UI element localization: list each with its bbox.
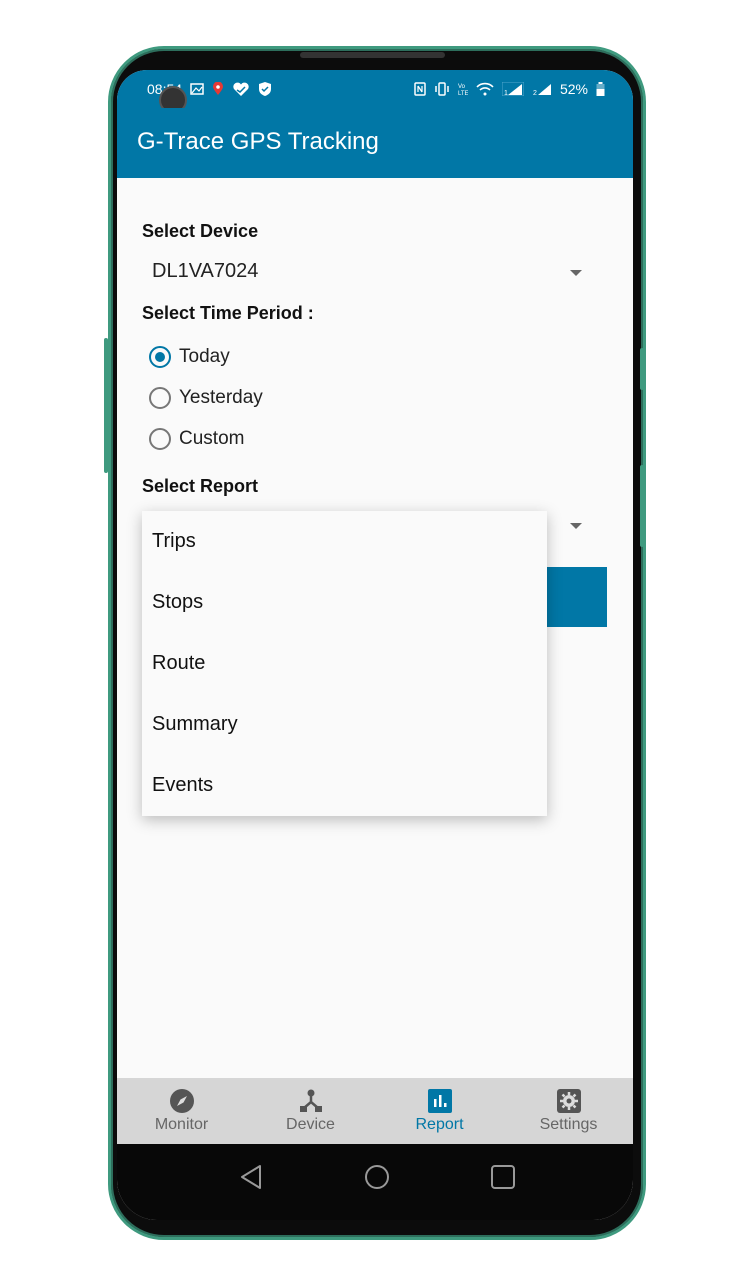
vibrate-icon: [435, 82, 449, 96]
nav-label: Report: [415, 1116, 464, 1133]
dropdown-item-summary[interactable]: Summary: [142, 694, 547, 755]
device-tree-icon: [299, 1089, 322, 1112]
shield-check-icon: [259, 82, 272, 96]
volume-button: [104, 338, 108, 473]
back-icon[interactable]: [239, 1164, 263, 1190]
dropdown-item-trips[interactable]: Trips: [142, 511, 547, 572]
settings-gear-icon: [556, 1089, 581, 1113]
radio-unchecked-icon[interactable]: [149, 387, 171, 409]
nav-settings[interactable]: Settings: [504, 1078, 633, 1144]
screen: 08:54 VoLTE 1 2 52% G-Trace GPS Tracking…: [117, 70, 633, 1220]
svg-text:Vo: Vo: [458, 84, 466, 90]
nav-report[interactable]: Report: [375, 1078, 504, 1144]
radio-today[interactable]: Today: [149, 346, 230, 368]
nav-label: Monitor: [154, 1116, 209, 1133]
bottom-navigation: Monitor Device Report Settings: [117, 1078, 633, 1144]
dropdown-item-route[interactable]: Route: [142, 633, 547, 694]
radio-label: Custom: [179, 428, 245, 449]
health-icon: [233, 82, 249, 96]
svg-text:2: 2: [533, 90, 537, 96]
nfc-icon: [414, 82, 426, 96]
status-bar: 08:54 VoLTE 1 2 52%: [117, 70, 633, 108]
select-report-label: Select Report: [142, 476, 259, 496]
report-form: Select Device DL1VA7024 Select Time Peri…: [117, 178, 633, 1078]
dropdown-item-events[interactable]: Events: [142, 755, 547, 816]
radio-checked-icon[interactable]: [149, 346, 171, 368]
nav-label: Device: [286, 1116, 335, 1133]
dropdown-item-stops[interactable]: Stops: [142, 572, 547, 633]
report-dropdown-caret-icon[interactable]: [570, 523, 582, 529]
nav-label: Settings: [539, 1116, 598, 1133]
device-value: DL1VA7024: [152, 260, 259, 282]
dropdown-caret-icon: [570, 270, 582, 276]
select-time-period-label: Select Time Period :: [142, 303, 314, 323]
radio-label: Yesterday: [179, 387, 263, 408]
radio-yesterday[interactable]: Yesterday: [149, 387, 263, 409]
report-chart-icon: [427, 1089, 452, 1113]
nav-monitor[interactable]: Monitor: [117, 1078, 246, 1144]
battery-percent: 52%: [559, 81, 588, 97]
nav-device[interactable]: Device: [246, 1078, 375, 1144]
report-dropdown-menu: Trips Stops Route Summary Events: [142, 511, 547, 816]
device-spinner[interactable]: DL1VA7024: [142, 256, 592, 290]
location-pin-icon: [213, 82, 224, 95]
radio-label: Today: [179, 346, 230, 367]
submit-button[interactable]: [547, 567, 607, 627]
battery-icon: [596, 82, 605, 96]
side-button: [640, 348, 644, 390]
app-bar: G-Trace GPS Tracking: [117, 108, 633, 178]
system-navigation-bar: [117, 1144, 633, 1220]
earpiece-speaker: [300, 52, 445, 58]
app-title: G-Trace GPS Tracking: [137, 128, 379, 155]
volte-icon: VoLTE: [458, 84, 468, 96]
svg-text:LTE: LTE: [458, 91, 468, 96]
radio-unchecked-icon[interactable]: [149, 428, 171, 450]
signal-sim1-icon: 1: [501, 82, 524, 96]
select-device-label: Select Device: [142, 221, 259, 241]
recents-icon[interactable]: [490, 1164, 516, 1190]
signal-sim2-icon: 2: [533, 84, 551, 96]
svg-text:1: 1: [504, 90, 508, 96]
compass-icon: [169, 1089, 194, 1113]
radio-custom[interactable]: Custom: [149, 428, 244, 450]
wifi-icon: [476, 82, 494, 96]
home-icon[interactable]: [364, 1164, 390, 1190]
power-button: [640, 465, 644, 547]
gallery-icon: [190, 83, 204, 95]
